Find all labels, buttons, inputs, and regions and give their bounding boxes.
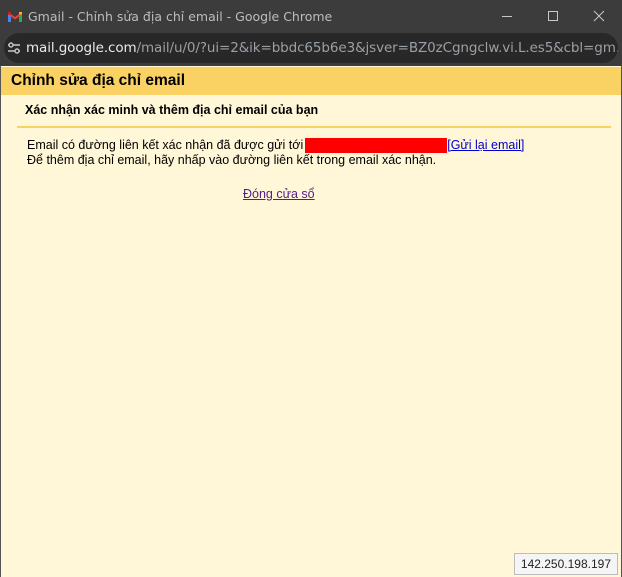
dialog-subtitle: Xác nhận xác minh và thêm địa chỉ email … xyxy=(25,103,319,117)
message-line-1: Email có đường liên kết xác nhận đã được… xyxy=(27,138,524,153)
url-path: /mail/u/0/?ui=2&ik=bbdc65b6e3&jsver=BZ0z… xyxy=(136,40,618,56)
address-bar: mail.google.com/mail/u/0/?ui=2&ik=bbdc65… xyxy=(0,32,622,66)
close-window-link[interactable]: Đóng cửa sổ xyxy=(243,187,315,201)
site-info-button[interactable] xyxy=(6,33,22,63)
window-controls xyxy=(484,0,622,32)
window-titlebar: Gmail - Chỉnh sửa địa chỉ email - Google… xyxy=(0,0,622,32)
maximize-button[interactable] xyxy=(530,0,576,32)
ip-address-badge: 142.250.198.197 xyxy=(513,553,618,575)
minimize-icon xyxy=(502,16,512,17)
redacted-email xyxy=(305,138,448,153)
gmail-icon xyxy=(8,11,22,22)
dialog-content: Chỉnh sửa địa chỉ email Xác nhận xác min… xyxy=(0,66,622,577)
window-title: Gmail - Chỉnh sửa địa chỉ email - Google… xyxy=(28,8,333,24)
url-host: mail.google.com xyxy=(26,40,137,56)
dialog-header: Chỉnh sửa địa chỉ email xyxy=(1,67,621,95)
tune-icon xyxy=(8,42,20,54)
message-line-2: Để thêm địa chỉ email, hãy nhấp vào đườn… xyxy=(27,153,437,167)
url-text: mail.google.com/mail/u/0/?ui=2&ik=bbdc65… xyxy=(26,40,618,56)
message-sent-text: Email có đường liên kết xác nhận đã được… xyxy=(27,138,304,152)
confirmation-message: Email có đường liên kết xác nhận đã được… xyxy=(27,138,524,168)
header-divider xyxy=(17,126,611,128)
resend-email-link[interactable]: [Gửi lại email] xyxy=(447,138,524,153)
url-field[interactable]: mail.google.com/mail/u/0/?ui=2&ik=bbdc65… xyxy=(4,33,618,63)
close-icon xyxy=(593,10,605,22)
minimize-button[interactable] xyxy=(484,0,530,32)
dialog-title: Chỉnh sửa địa chỉ email xyxy=(11,72,186,89)
close-button[interactable] xyxy=(576,0,622,32)
maximize-icon xyxy=(548,11,558,21)
